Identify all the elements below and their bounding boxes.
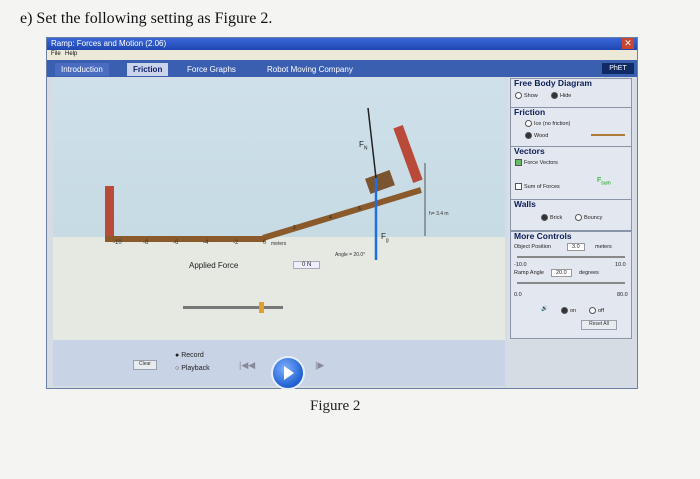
scene-svg (105, 107, 426, 313)
playback-radio[interactable]: ○ Playback (175, 365, 210, 372)
sum-of-forces-checkbox[interactable]: Sum of Forces (515, 183, 560, 190)
sound-icon: 🔊 (541, 306, 548, 312)
tab-robot-moving-company[interactable]: Robot Moving Company (261, 63, 359, 76)
more-controls-title: More Controls (514, 231, 572, 241)
object-position-input[interactable]: 3.0 (567, 243, 585, 251)
left-wall (105, 186, 114, 241)
ruler-tick: -8 (143, 240, 149, 246)
vectors-box: Vectors Force Vectors Sum of Forces Fsum (510, 146, 632, 200)
checkbox-icon (515, 183, 522, 190)
ramp-angle-slider[interactable] (517, 282, 625, 284)
radio-icon (589, 307, 596, 314)
radio-icon (551, 92, 558, 99)
applied-force-slider[interactable] (183, 306, 283, 309)
step-icon[interactable]: |▶ (315, 360, 324, 371)
height-readout: h= 3.4 m (429, 211, 449, 217)
reset-all-button[interactable]: Reset All (581, 320, 617, 330)
fbd-show-radio[interactable]: Show (515, 92, 538, 99)
simulation-area: -10 -8 -6 -4 -2 0 meters 2 4 6 FN Fg Ang… (53, 78, 505, 340)
menu-bar: File Help (47, 50, 637, 60)
angle-max: 80.0 (617, 292, 628, 298)
cabinet-object[interactable] (365, 170, 395, 194)
friction-box: Friction Ice (no friction) Wood (510, 107, 632, 147)
angle-readout: Angle = 20.0° (335, 252, 366, 258)
object-position-unit: meters (595, 244, 612, 250)
ruler-tick: -10 (113, 240, 122, 246)
instruction-heading: e) Set the following setting as Figure 2… (20, 10, 273, 27)
position-max: 10.0 (615, 262, 626, 268)
right-wall (393, 125, 423, 183)
ruler-tick: 0 (263, 240, 267, 246)
more-controls-box: More Controls Object Position 3.0 meters… (510, 231, 632, 339)
friction-ice-radio[interactable]: Ice (no friction) (525, 120, 570, 127)
ruler-unit: meters (271, 241, 287, 247)
force-vectors-checkbox[interactable]: Force Vectors (515, 159, 558, 166)
ramp-angle-unit: degrees (579, 270, 599, 276)
phet-logo: PhET (602, 63, 634, 74)
ramp-angle-label: Ramp Angle (514, 270, 544, 276)
radio-icon (541, 214, 548, 221)
sum-vector-icon: Fsum (597, 177, 611, 187)
sound-off-radio[interactable]: off (589, 307, 604, 314)
walls-title: Walls (514, 199, 536, 209)
record-radio[interactable]: ● Record (175, 352, 204, 359)
applied-force-thumb[interactable] (259, 302, 264, 313)
radio-icon (561, 307, 568, 314)
title-bar: Ramp: Forces and Motion (2.06) ✕ (47, 38, 637, 50)
checkbox-icon (515, 159, 522, 166)
ramp-label: 6 (358, 206, 361, 212)
figure-caption: Figure 2 (310, 398, 361, 414)
close-button[interactable]: ✕ (622, 38, 634, 49)
window-title: Ramp: Forces and Motion (2.06) (51, 39, 167, 48)
ruler-tick: -2 (233, 240, 239, 246)
position-min: -10.0 (514, 262, 527, 268)
app-window: Ramp: Forces and Motion (2.06) ✕ File He… (46, 37, 638, 390)
ramp-label: 4 (329, 215, 332, 221)
tab-introduction[interactable]: Introduction (55, 63, 109, 76)
vectors-title: Vectors (514, 146, 545, 156)
menu-file[interactable]: File (51, 51, 61, 57)
ruler-tick: -6 (173, 240, 179, 246)
radio-icon (515, 92, 522, 99)
applied-force-value[interactable]: 0 N (293, 261, 321, 269)
rewind-icon[interactable]: |◀◀ (239, 360, 255, 371)
ramp (262, 187, 422, 241)
control-panel: Free Body Diagram Show Hide Friction Ice… (508, 78, 634, 340)
sound-on-radio[interactable]: on (561, 307, 576, 314)
free-body-diagram-box: Free Body Diagram Show Hide (510, 78, 632, 108)
walls-bouncy-radio[interactable]: Bouncy (575, 214, 602, 221)
play-button[interactable] (271, 356, 305, 390)
tab-bar: Introduction Friction Force Graphs Robot… (47, 60, 637, 77)
wood-swatch (591, 134, 625, 136)
friction-title: Friction (514, 107, 546, 117)
ruler-tick: -4 (203, 240, 209, 246)
playback-bar: Clear ● Record ○ Playback |◀◀ |▶ (53, 340, 505, 390)
clear-button[interactable]: Clear (133, 360, 157, 370)
walls-brick-radio[interactable]: Brick (541, 214, 562, 221)
radio-icon (575, 214, 582, 221)
menu-help[interactable]: Help (65, 51, 77, 57)
ground-track (105, 236, 265, 242)
object-position-label: Object Position (514, 244, 551, 250)
walls-box: Walls Brick Bouncy (510, 199, 632, 231)
radio-icon (525, 120, 532, 127)
angle-min: 0.0 (514, 292, 522, 298)
gravity-force-label: Fg (381, 232, 389, 244)
normal-force-arrow (367, 107, 377, 179)
tab-friction[interactable]: Friction (127, 63, 169, 76)
object-position-slider[interactable] (517, 256, 625, 258)
tab-force-graphs[interactable]: Force Graphs (181, 63, 242, 76)
radio-icon (525, 132, 532, 139)
fbd-title: Free Body Diagram (514, 78, 592, 88)
fbd-hide-radio[interactable]: Hide (551, 92, 571, 99)
normal-force-label: FN (359, 140, 368, 152)
ramp-label: 2 (293, 225, 296, 231)
ramp-angle-input[interactable]: 20.0 (551, 269, 572, 277)
applied-force-label: Applied Force (189, 261, 239, 270)
friction-wood-radio[interactable]: Wood (525, 132, 548, 139)
